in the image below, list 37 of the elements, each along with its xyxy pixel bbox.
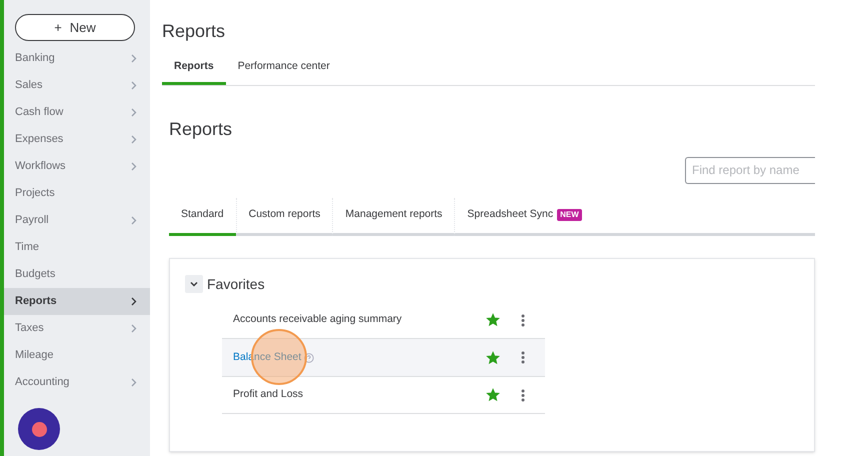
report-name[interactable]: Profit and Loss	[233, 387, 304, 403]
sidebar-item[interactable]: Time	[4, 234, 150, 261]
sidebar-item[interactable]: Banking	[4, 45, 150, 72]
sidebar-item[interactable]: Cash flow	[4, 99, 150, 126]
help-icon	[304, 352, 314, 362]
sidebar-item[interactable]: Payroll	[4, 207, 150, 234]
sidebar-item[interactable]: Workflows	[4, 153, 150, 180]
page-title: Reports	[162, 20, 226, 43]
report-tab[interactable]: Management reports	[332, 198, 454, 236]
star-icon[interactable]	[486, 313, 500, 327]
new-button[interactable]: + New	[15, 14, 135, 41]
more-options-icon[interactable]	[521, 351, 525, 364]
sidebar-item[interactable]: Mileage	[4, 342, 150, 369]
more-options-icon[interactable]	[521, 388, 525, 402]
record-icon	[32, 422, 46, 436]
more-options-icon[interactable]	[521, 314, 525, 326]
sidebar-item[interactable]: Projects	[4, 180, 150, 207]
page-tab[interactable]: Reports	[162, 59, 226, 85]
report-tab[interactable]: Custom reports	[236, 198, 332, 236]
new-badge: NEW	[557, 209, 582, 222]
collapse-toggle[interactable]	[185, 275, 203, 294]
star-icon[interactable]	[486, 388, 500, 402]
report-tab[interactable]: Spreadsheet Sync NEW	[454, 198, 594, 236]
search-field[interactable]: Find report by name	[685, 156, 815, 184]
sidebar-item[interactable]: Taxes	[4, 315, 150, 342]
sidebar-item[interactable]: Accounting	[4, 369, 150, 396]
sidebar-item[interactable]: Sales	[4, 72, 150, 99]
section-title: Reports	[169, 118, 232, 141]
report-name[interactable]: Accounts receivable aging summary	[233, 312, 402, 328]
favorites-heading: Favorites	[207, 274, 265, 294]
sidebar-item[interactable]: Reports	[4, 288, 150, 315]
sidebar-item[interactable]: Budgets	[4, 261, 150, 288]
sidebar-item[interactable]: Expenses	[4, 126, 150, 153]
report-tab[interactable]: Standard	[169, 198, 236, 236]
page-tab[interactable]: Performance center	[226, 59, 342, 85]
chevron-down-icon	[190, 281, 198, 288]
star-icon[interactable]	[486, 350, 500, 364]
